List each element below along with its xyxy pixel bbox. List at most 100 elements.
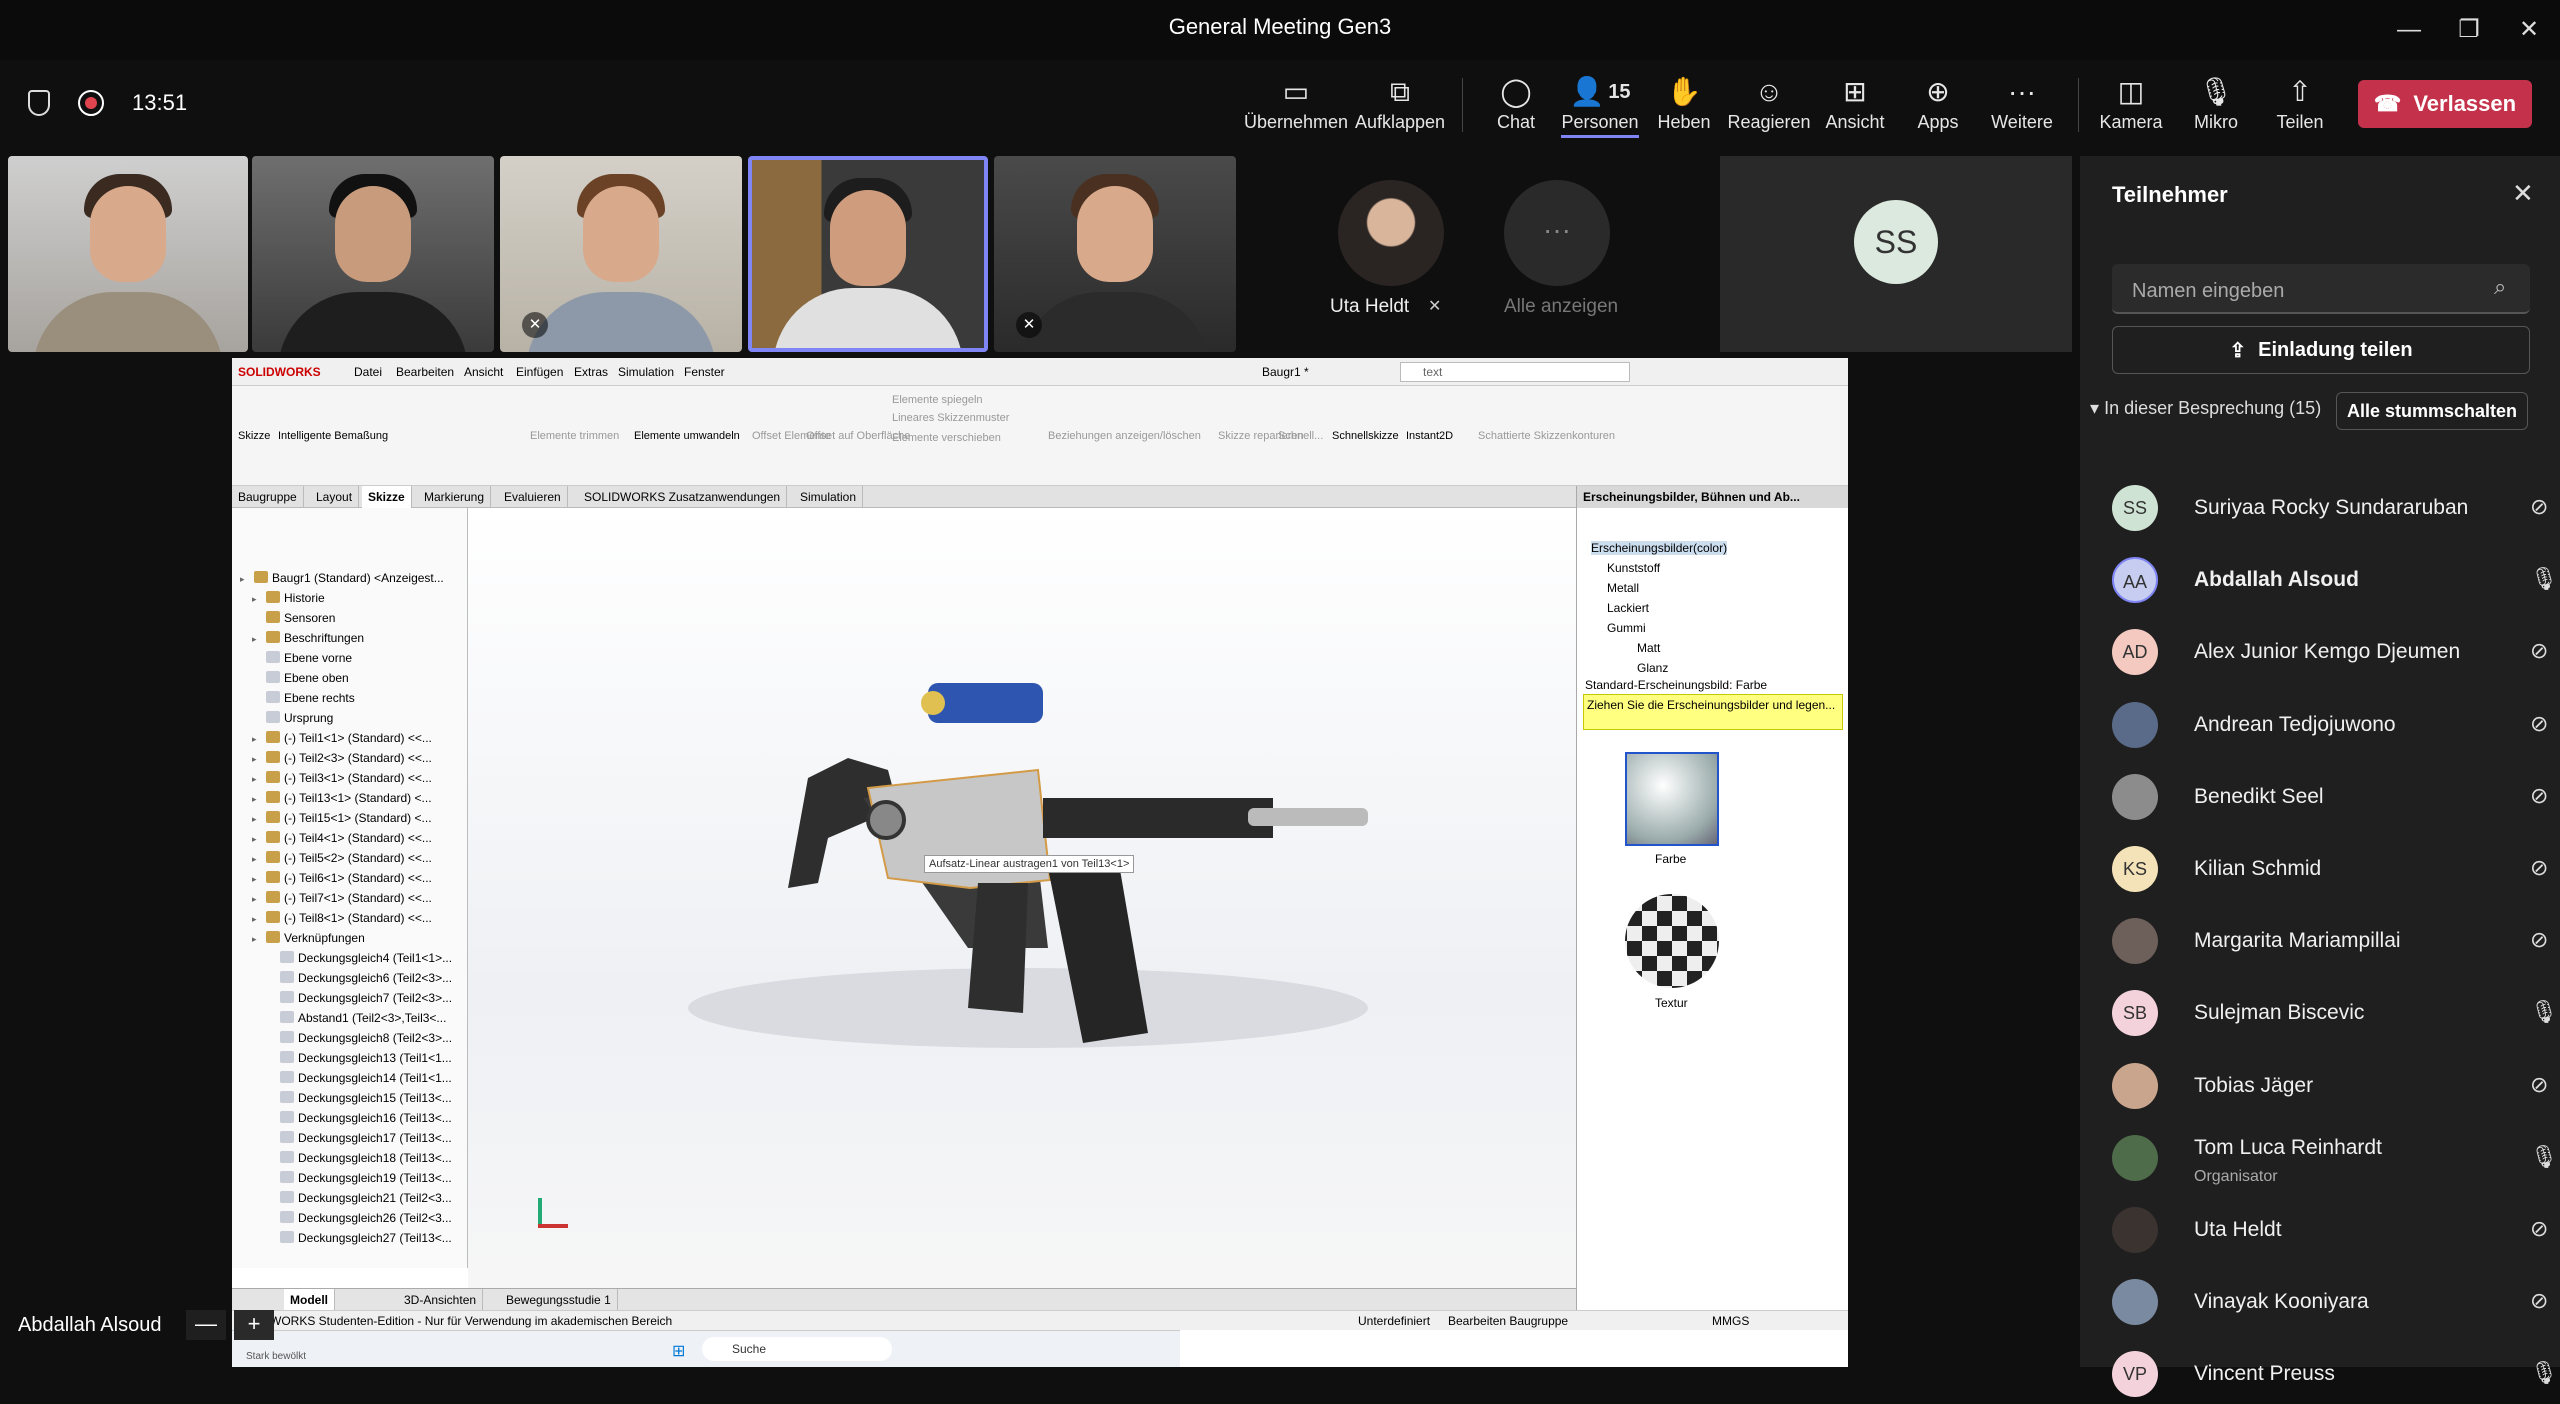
tree-item[interactable]: Deckungsgleich7 (Teil2<3>... — [266, 988, 452, 1008]
tree-item[interactable]: ▸ (-) Teil3<1> (Standard) <<... — [252, 768, 432, 788]
minimize-icon[interactable]: — — [2386, 8, 2432, 52]
tree-item[interactable]: Deckungsgleich19 (Teil13<... — [266, 1168, 452, 1188]
expand-arrow-icon[interactable]: ▸ — [252, 889, 266, 909]
feature-tree[interactable]: ▸ Baugr1 (Standard) <Anzeigest... ▸ Histori… — [232, 508, 468, 1268]
appearance-folder[interactable]: Matt — [1637, 638, 1660, 658]
mic-off-icon[interactable]: ⊘ — [2530, 711, 2548, 737]
camera-button[interactable]: ◫ Kamera — [2098, 72, 2164, 142]
swatch-textur[interactable] — [1625, 894, 1719, 988]
menu-item[interactable]: Simulation — [618, 365, 674, 379]
participant-row[interactable]: Benedikt Seel ⊘ — [2112, 767, 2548, 827]
participant-row[interactable]: AA Abdallah Alsoud 🎙 — [2112, 550, 2558, 610]
appearance-folder[interactable]: Kunststoff — [1607, 558, 1660, 578]
ribbon-button[interactable]: Instant2D — [1406, 430, 1453, 442]
expand-arrow-icon[interactable]: ▸ — [252, 909, 266, 929]
popout-button[interactable]: ⧉ Aufklappen — [1352, 72, 1448, 142]
tree-item[interactable]: Sensoren — [252, 608, 335, 628]
video-tile[interactable]: ✕ — [500, 156, 742, 352]
tree-item[interactable]: Deckungsgleich6 (Teil2<3>... — [266, 968, 452, 988]
mute-all-button[interactable]: Alle stummschalten — [2336, 392, 2528, 430]
ribbon-button[interactable]: Schnell... — [1278, 430, 1323, 442]
ribbon-button[interactable]: Schnellskizze — [1332, 430, 1399, 442]
show-all-label[interactable]: Alle anzeigen — [1504, 296, 1618, 318]
tree-item[interactable]: Deckungsgleich21 (Teil2<3... — [266, 1188, 452, 1208]
bottom-tab[interactable]: Bewegungsstudie 1 — [500, 1289, 618, 1311]
tree-item[interactable]: Deckungsgleich16 (Teil13<... — [266, 1108, 452, 1128]
mic-off-icon[interactable]: ⊘ — [2530, 494, 2548, 520]
expand-arrow-icon[interactable]: ▸ — [252, 869, 266, 889]
taskbar-search[interactable]: Suche — [702, 1337, 892, 1361]
tree-item[interactable]: ▸ (-) Teil8<1> (Standard) <<... — [252, 908, 432, 928]
mic-off-icon[interactable]: ⊘ — [2530, 1288, 2548, 1314]
share-button[interactable]: ⇧ Teilen — [2270, 72, 2330, 142]
appearance-folder[interactable]: Metall — [1607, 578, 1639, 598]
tree-item[interactable]: Deckungsgleich27 (Teil13<... — [266, 1228, 452, 1248]
raise-hand-button[interactable]: ✋ Heben — [1654, 72, 1714, 142]
expand-arrow-icon[interactable]: ▸ — [252, 729, 266, 749]
appearances-panel[interactable]: Erscheinungsbilder, Bühnen und Ab... Ers… — [1576, 486, 1848, 1313]
tree-item[interactable]: Ebene oben — [252, 668, 349, 688]
tree-item[interactable]: Deckungsgleich18 (Teil13<... — [266, 1148, 452, 1168]
expand-arrow-icon[interactable]: ▸ — [252, 769, 266, 789]
bottom-tab[interactable]: 3D-Ansichten — [398, 1289, 484, 1311]
search-icon[interactable]: ⌕ — [2494, 274, 2506, 300]
ribbon-button[interactable]: Skizze — [238, 430, 270, 442]
tree-item[interactable]: Deckungsgleich14 (Teil1<1... — [266, 1068, 452, 1088]
ribbon-button[interactable]: Beziehungen anzeigen/löschen — [1048, 430, 1201, 442]
takeover-button[interactable]: ▭ Übernehmen — [1244, 72, 1348, 142]
ribbon-button[interactable]: Elemente umwandeln — [634, 430, 740, 442]
expand-arrow-icon[interactable]: ▸ — [252, 809, 266, 829]
mic-off-icon[interactable]: ⊘ — [2530, 1216, 2548, 1242]
shield-icon[interactable] — [28, 90, 50, 116]
tree-item[interactable]: ▸ (-) Teil2<3> (Standard) <<... — [252, 748, 432, 768]
participant-row[interactable]: Uta Heldt ⊘ — [2112, 1200, 2548, 1260]
menu-item[interactable]: Extras — [574, 365, 608, 379]
mic-icon[interactable]: 🎙 — [2530, 1144, 2558, 1170]
tree-item[interactable]: Deckungsgleich4 (Teil1<1>... — [266, 948, 452, 968]
expand-arrow-icon[interactable]: ▸ — [252, 929, 266, 949]
mic-off-icon[interactable]: ⊘ — [2530, 783, 2548, 809]
shared-screen[interactable]: SOLIDWORKS Datei Bearbeiten Ansicht Einf… — [232, 358, 1848, 1367]
ribbon-button[interactable]: Elemente spiegeln — [892, 394, 983, 406]
chat-button[interactable]: ◯ Chat — [1486, 72, 1546, 142]
participant-row[interactable]: SS Suriyaa Rocky Sundararuban ⊘ — [2112, 478, 2548, 538]
record-icon[interactable] — [78, 90, 104, 116]
appearance-folder[interactable]: Glanz — [1637, 658, 1668, 678]
tree-item[interactable]: Ebene vorne — [252, 648, 352, 668]
more-participants-icon[interactable]: ··· — [1504, 180, 1610, 286]
video-tile-active-speaker[interactable] — [748, 156, 988, 352]
participant-row[interactable]: Vinayak Kooniyara ⊘ — [2112, 1272, 2548, 1332]
participant-row[interactable]: Andrean Tedjojuwono ⊘ — [2112, 695, 2548, 755]
tree-item[interactable]: ▸ (-) Teil1<1> (Standard) <<... — [252, 728, 432, 748]
menu-item[interactable]: Datei — [354, 365, 382, 379]
participant-row[interactable]: KS Kilian Schmid ⊘ — [2112, 839, 2548, 899]
view-button[interactable]: ⊞ Ansicht — [1818, 72, 1892, 142]
tree-item[interactable]: Deckungsgleich15 (Teil13<... — [266, 1088, 452, 1108]
mic-off-icon[interactable]: ⊘ — [2530, 638, 2548, 664]
close-icon[interactable]: ✕ — [2512, 178, 2534, 209]
video-tile[interactable] — [8, 156, 248, 352]
expand-arrow-icon[interactable]: ▸ — [252, 829, 266, 849]
expand-arrow-icon[interactable]: ▸ — [252, 629, 266, 649]
tree-item[interactable]: Ursprung — [252, 708, 333, 728]
appearance-folder[interactable]: Gummi — [1607, 618, 1646, 638]
ribbon-button[interactable]: Schattierte Skizzenkonturen — [1478, 430, 1615, 442]
video-tile[interactable]: ✕ — [994, 156, 1236, 352]
menu-item[interactable]: Fenster — [684, 365, 725, 379]
appearance-folder[interactable]: Erscheinungsbilder(color) — [1591, 538, 1728, 558]
tree-item[interactable]: Deckungsgleich8 (Teil2<3>... — [266, 1028, 452, 1048]
expand-arrow-icon[interactable]: ▸ — [252, 589, 266, 609]
sw-tab[interactable]: Evaluieren — [498, 486, 568, 508]
restore-icon[interactable]: ❐ — [2446, 8, 2492, 52]
close-window-icon[interactable]: ✕ — [2506, 8, 2552, 52]
participant-row[interactable]: Margarita Mariampillai ⊘ — [2112, 911, 2548, 971]
participant-row[interactable]: Tom Luca Reinhardt Organisator 🎙 — [2112, 1128, 2558, 1188]
tree-item[interactable]: Deckungsgleich17 (Teil13<... — [266, 1128, 452, 1148]
video-tile[interactable] — [252, 156, 494, 352]
mic-off-icon[interactable]: ⊘ — [2530, 855, 2548, 881]
tree-item[interactable]: ▸ Beschriftungen — [252, 628, 364, 648]
expand-arrow-icon[interactable]: ▸ — [252, 849, 266, 869]
mic-icon[interactable]: 🎙 — [2530, 999, 2558, 1025]
sw-tab[interactable]: Baugruppe — [232, 486, 304, 508]
sw-tab[interactable]: Skizze — [362, 486, 412, 508]
